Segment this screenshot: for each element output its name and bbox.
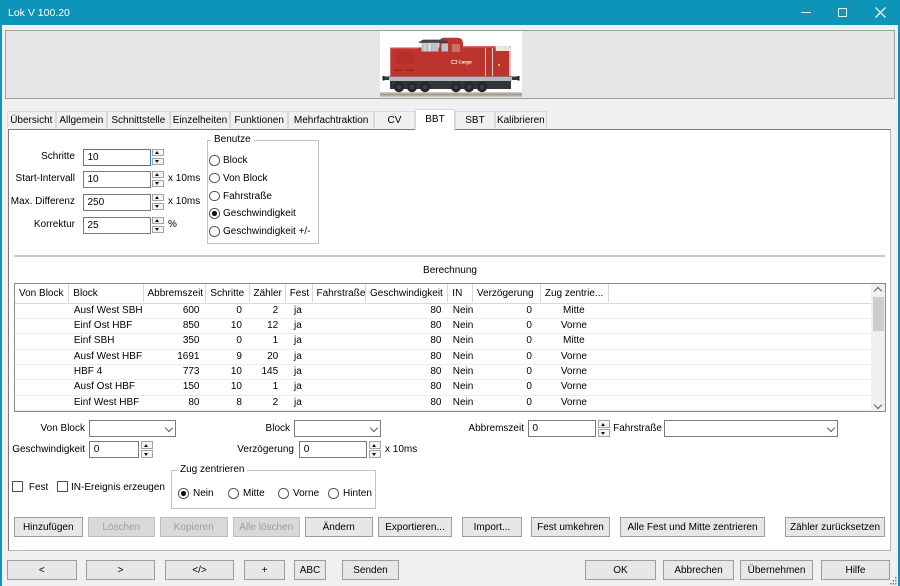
svg-text:Cargo: Cargo [459, 60, 472, 65]
